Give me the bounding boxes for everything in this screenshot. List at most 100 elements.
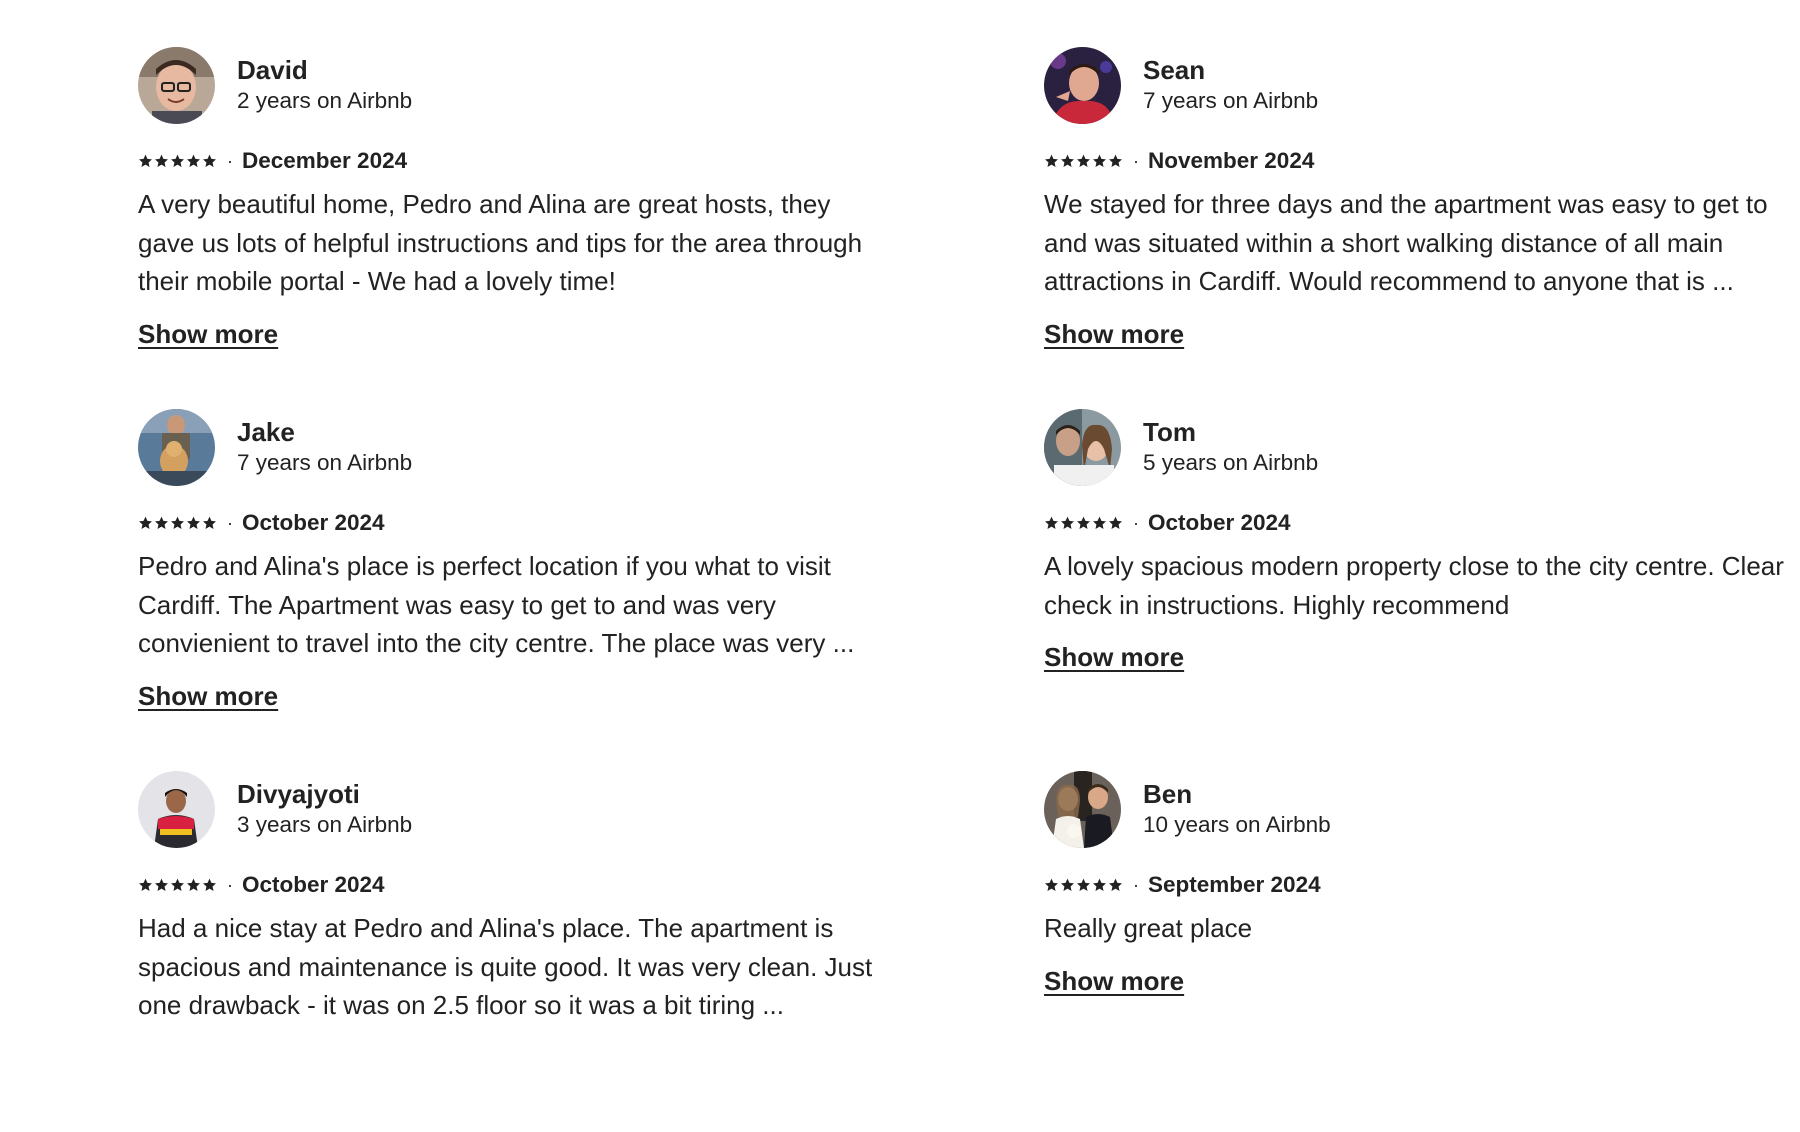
separator-dot: ·: [1133, 151, 1139, 171]
star-icon: [1045, 878, 1058, 891]
avatar-photo-icon: [1044, 408, 1121, 486]
star-icon: [139, 516, 152, 529]
avatar[interactable]: [138, 46, 215, 124]
review-date: October 2024: [1148, 510, 1291, 535]
reviewer-name: Divyajyoti: [237, 779, 360, 809]
star-icon: [1045, 154, 1058, 167]
avatar[interactable]: [1044, 408, 1121, 486]
review-date: September 2024: [1148, 872, 1321, 897]
review-meta: · September 2024: [1044, 870, 1800, 900]
reviews-grid: David 2 years on Airbnb · December 2024 …: [138, 46, 1784, 1132]
review-date: October 2024: [242, 510, 385, 535]
reviewer-tenure: 7 years on Airbnb: [237, 450, 413, 475]
separator-dot: ·: [1133, 875, 1139, 895]
review-meta: · October 2024: [138, 870, 898, 900]
review-text: Pedro and Alina's place is perfect locat…: [138, 551, 855, 659]
avatar[interactable]: [1044, 770, 1121, 848]
review-date: November 2024: [1148, 148, 1315, 173]
reviewer-tenure: 5 years on Airbnb: [1143, 450, 1319, 475]
reviewer-header: Divyajyoti 3 years on Airbnb: [138, 770, 898, 848]
review-text: Had a nice stay at Pedro and Alina's pla…: [138, 913, 873, 1021]
reviewer-header: Tom 5 years on Airbnb: [1044, 408, 1800, 486]
show-more-button[interactable]: Show more: [1044, 963, 1184, 999]
review-card: Tom 5 years on Airbnb · October 2024 A l…: [1044, 408, 1800, 770]
star-rating: [138, 516, 217, 530]
star-icon: [1061, 878, 1074, 891]
star-icon: [203, 878, 216, 891]
star-rating: [138, 878, 217, 892]
review-card: David 2 years on Airbnb · December 2024 …: [138, 46, 898, 408]
separator-dot: ·: [1133, 513, 1139, 533]
show-more-button[interactable]: Show more: [138, 678, 278, 714]
review-meta: · December 2024: [138, 146, 898, 176]
star-icon: [187, 878, 200, 891]
avatar[interactable]: [138, 770, 215, 848]
review-text: We stayed for three days and the apartme…: [1044, 189, 1768, 297]
star-icon: [171, 154, 184, 167]
avatar[interactable]: [138, 408, 215, 486]
review-text: A lovely spacious modern property close …: [1044, 551, 1784, 620]
star-icon: [1093, 878, 1106, 891]
reviewer-tenure: 3 years on Airbnb: [237, 812, 413, 837]
review-card: Ben 10 years on Airbnb · September 2024 …: [1044, 770, 1800, 1132]
show-more-button[interactable]: Show more: [1044, 316, 1184, 352]
star-icon: [1061, 154, 1074, 167]
star-icon: [187, 154, 200, 167]
reviewer-tenure: 7 years on Airbnb: [1143, 88, 1319, 113]
star-icon: [203, 154, 216, 167]
avatar-photo-icon: [1044, 46, 1121, 124]
review-date: October 2024: [242, 872, 385, 897]
review-meta: · November 2024: [1044, 146, 1800, 176]
review-card: Sean 7 years on Airbnb · November 2024 W…: [1044, 46, 1800, 408]
avatar-photo-icon: [138, 770, 215, 848]
show-more-button[interactable]: Show more: [138, 316, 278, 352]
star-rating: [1044, 878, 1123, 892]
star-icon: [1061, 516, 1074, 529]
star-icon: [203, 516, 216, 529]
separator-dot: ·: [227, 151, 233, 171]
reviewer-name: Sean: [1143, 55, 1206, 85]
star-icon: [1077, 878, 1090, 891]
show-more-button[interactable]: Show more: [1044, 639, 1184, 675]
star-icon: [1077, 154, 1090, 167]
reviewer-name: David: [237, 55, 308, 85]
review-meta: · October 2024: [1044, 508, 1800, 538]
star-icon: [139, 878, 152, 891]
review-card: Jake 7 years on Airbnb · October 2024 Pe…: [138, 408, 898, 770]
review-text: Really great place: [1044, 913, 1253, 943]
reviewer-name: Jake: [237, 417, 295, 447]
review-meta: · October 2024: [138, 508, 898, 538]
star-icon: [1109, 154, 1122, 167]
star-icon: [155, 878, 168, 891]
reviewer-name: Tom: [1143, 417, 1196, 447]
star-icon: [1109, 878, 1122, 891]
star-icon: [1045, 516, 1058, 529]
avatar-photo-icon: [138, 46, 215, 124]
reviewer-header: Sean 7 years on Airbnb: [1044, 46, 1800, 124]
star-icon: [1093, 516, 1106, 529]
star-icon: [1093, 154, 1106, 167]
star-icon: [171, 516, 184, 529]
star-rating: [1044, 516, 1123, 530]
reviewer-tenure: 10 years on Airbnb: [1143, 812, 1331, 837]
reviewer-header: Jake 7 years on Airbnb: [138, 408, 898, 486]
star-rating: [138, 154, 217, 168]
separator-dot: ·: [227, 875, 233, 895]
review-text: A very beautiful home, Pedro and Alina a…: [138, 189, 863, 297]
separator-dot: ·: [227, 513, 233, 533]
avatar-photo-icon: [138, 408, 215, 486]
star-rating: [1044, 154, 1123, 168]
reviewer-header: Ben 10 years on Airbnb: [1044, 770, 1800, 848]
star-icon: [187, 516, 200, 529]
review-date: December 2024: [242, 148, 408, 173]
avatar[interactable]: [1044, 46, 1121, 124]
reviewer-name: Ben: [1143, 779, 1193, 809]
review-card: Divyajyoti 3 years on Airbnb · October 2…: [138, 770, 898, 1132]
star-icon: [139, 154, 152, 167]
star-icon: [155, 154, 168, 167]
star-icon: [1109, 516, 1122, 529]
star-icon: [155, 516, 168, 529]
star-icon: [171, 878, 184, 891]
star-icon: [1077, 516, 1090, 529]
reviewer-header: David 2 years on Airbnb: [138, 46, 898, 124]
